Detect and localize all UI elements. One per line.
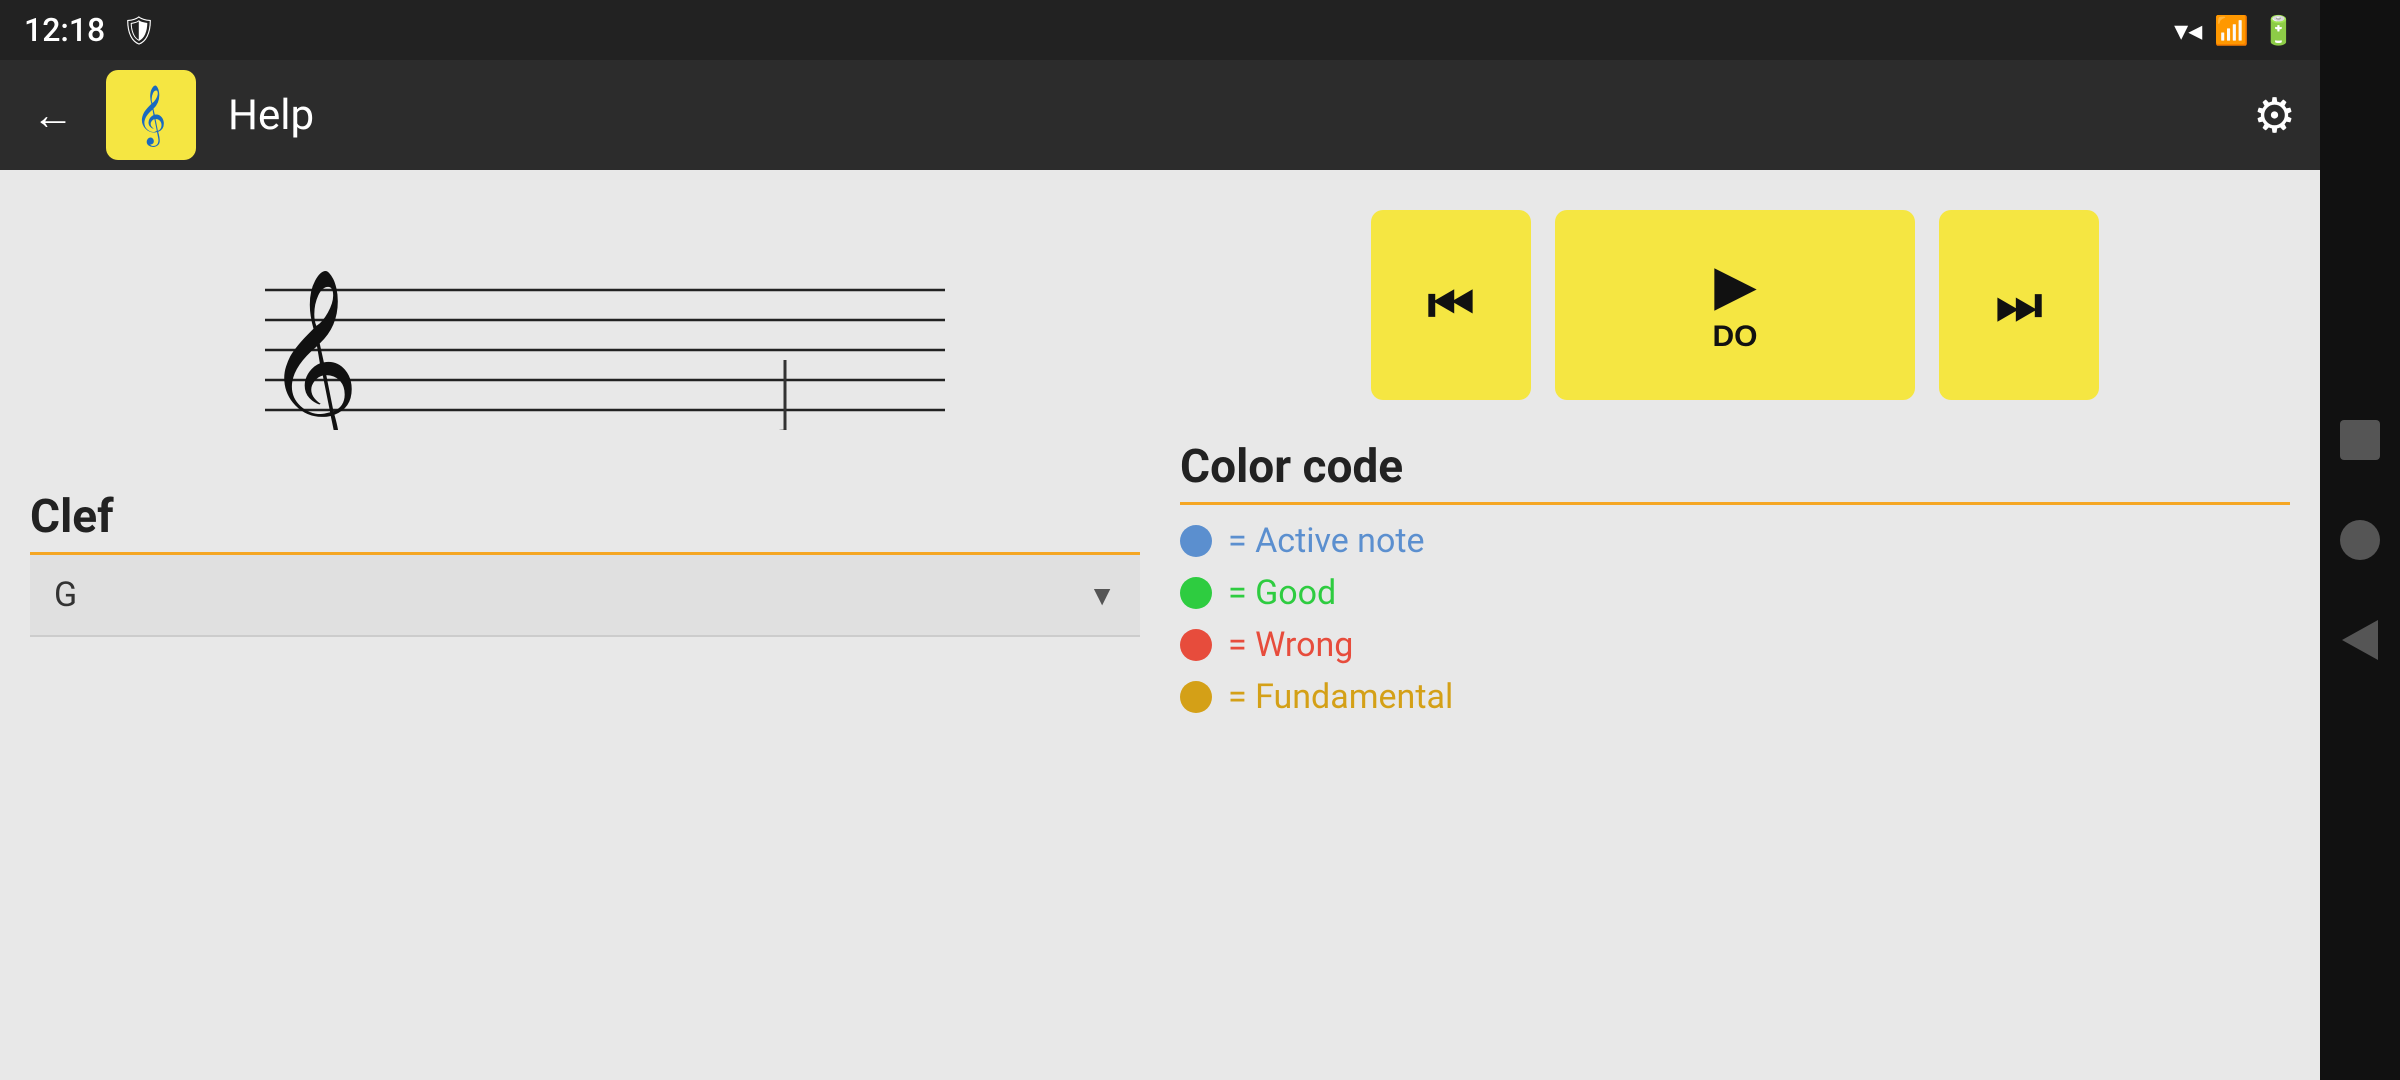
fundamental-label: = Fundamental xyxy=(1228,677,1453,717)
recent-apps-button[interactable] xyxy=(2340,420,2380,460)
color-item-wrong: = Wrong xyxy=(1180,625,2290,665)
signal-icon: 📶 xyxy=(2214,14,2249,47)
back-button-nav[interactable] xyxy=(2342,620,2378,660)
app-icon: 𝄞 xyxy=(106,70,196,160)
right-column: ⏮ ▶ DO ⏭ Color code = Active note xyxy=(1180,200,2290,1050)
wrong-dot xyxy=(1180,629,1212,661)
color-code-section: Color code = Active note = Good = Wrong xyxy=(1180,440,2290,733)
status-time: 12:18 xyxy=(24,11,105,49)
fundamental-dot xyxy=(1180,681,1212,713)
clef-section: Clef G ▼ xyxy=(30,490,1140,637)
good-dot xyxy=(1180,577,1212,609)
color-code-title: Color code xyxy=(1180,440,2290,494)
staff-container: 𝄞 xyxy=(30,200,1140,460)
settings-button[interactable]: ⚙ xyxy=(2253,87,2296,144)
skip-back-icon: ⏮ xyxy=(1428,275,1475,336)
active-note-dot xyxy=(1180,525,1212,557)
wrong-label: = Wrong xyxy=(1228,625,1353,665)
play-note-label: DO xyxy=(1713,320,1758,354)
page-title: Help xyxy=(228,91,314,140)
clef-dropdown-value: G xyxy=(54,575,77,615)
app-bar: ← 𝄞 Help ⚙ xyxy=(0,60,2320,170)
status-right: ▾◂ 📶 🔋 xyxy=(2174,14,2296,47)
nav-sidebar xyxy=(2320,0,2400,1080)
home-button[interactable] xyxy=(2340,520,2380,560)
play-icon: ▶ xyxy=(1715,256,1755,316)
back-button[interactable]: ← xyxy=(24,83,82,148)
svg-text:𝄞: 𝄞 xyxy=(265,271,360,430)
battery-icon: 🔋 xyxy=(2261,14,2296,47)
play-button[interactable]: ▶ DO xyxy=(1555,210,1915,400)
main-content: 𝄞 Clef G ▼ xyxy=(0,170,2320,1080)
active-note-label: = Active note xyxy=(1228,521,1425,561)
app-bar-left: ← 𝄞 Help xyxy=(24,70,314,160)
shield-icon: 🛡 xyxy=(121,14,157,47)
color-items-list: = Active note = Good = Wrong = Fundament… xyxy=(1180,505,2290,733)
wifi-icon: ▾◂ xyxy=(2174,14,2202,47)
music-note-icon: 𝄞 xyxy=(136,84,167,146)
good-label: = Good xyxy=(1228,573,1336,613)
playback-controls: ⏮ ▶ DO ⏭ xyxy=(1180,210,2290,400)
skip-back-button[interactable]: ⏮ xyxy=(1371,210,1531,400)
color-item-active: = Active note xyxy=(1180,521,2290,561)
color-item-good: = Good xyxy=(1180,573,2290,613)
status-bar: 12:18 🛡 ▾◂ 📶 🔋 xyxy=(0,0,2320,60)
left-column: 𝄞 Clef G ▼ xyxy=(30,200,1140,1050)
color-item-fundamental: = Fundamental xyxy=(1180,677,2290,717)
skip-next-icon: ⏭ xyxy=(1996,275,2043,336)
clef-dropdown[interactable]: G ▼ xyxy=(30,555,1140,637)
status-left: 12:18 🛡 xyxy=(24,11,157,49)
chevron-down-icon: ▼ xyxy=(1088,579,1116,612)
skip-next-button[interactable]: ⏭ xyxy=(1939,210,2099,400)
clef-section-title: Clef xyxy=(30,490,1140,544)
